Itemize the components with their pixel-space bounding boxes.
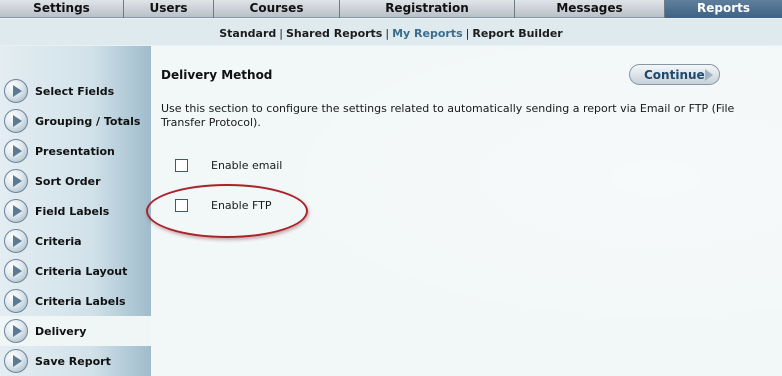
tab-users[interactable]: Users xyxy=(124,0,214,18)
sublink-shared-reports[interactable]: Shared Reports xyxy=(283,27,385,40)
sidebar-item-delivery[interactable]: Delivery xyxy=(0,316,151,346)
arrow-circle-icon xyxy=(4,109,28,133)
page-title: Delivery Method xyxy=(161,68,273,82)
arrow-circle-icon xyxy=(4,319,28,343)
enable-email-label: Enable email xyxy=(211,159,283,172)
sidebar-item-sort-order[interactable]: Sort Order xyxy=(0,166,151,196)
sidebar-item-label: Save Report xyxy=(35,355,111,368)
arrow-circle-icon xyxy=(4,349,28,373)
sidebar-item-grouping-totals[interactable]: Grouping / Totals xyxy=(0,106,151,136)
sidebar-item-label: Presentation xyxy=(35,145,115,158)
sidebar-item-label: Criteria Labels xyxy=(35,295,126,308)
arrow-circle-icon xyxy=(4,169,28,193)
sidebar-item-presentation[interactable]: Presentation xyxy=(0,136,151,166)
sidebar-item-label: Criteria Layout xyxy=(35,265,128,278)
sidebar-item-field-labels[interactable]: Field Labels xyxy=(0,196,151,226)
sublink-standard[interactable]: Standard xyxy=(216,27,279,40)
arrow-circle-icon xyxy=(4,259,28,283)
sidebar-item-criteria-labels[interactable]: Criteria Labels xyxy=(0,286,151,316)
report-steps-sidebar: Select Fields Grouping / Totals Presenta… xyxy=(0,46,151,376)
tab-courses[interactable]: Courses xyxy=(214,0,340,18)
sidebar-item-label: Sort Order xyxy=(35,175,101,188)
enable-ftp-option[interactable]: Enable FTP xyxy=(175,199,335,213)
enable-email-option[interactable]: Enable email xyxy=(175,159,335,173)
top-nav: Settings Users Courses Registration Mess… xyxy=(0,0,782,18)
arrow-circle-icon xyxy=(4,79,28,103)
section-description: Use this section to configure the settin… xyxy=(161,102,735,129)
sublink-my-reports[interactable]: My Reports xyxy=(389,27,466,40)
sidebar-item-label: Criteria xyxy=(35,235,82,248)
sidebar-item-save-report[interactable]: Save Report xyxy=(0,346,151,376)
arrow-circle-icon xyxy=(4,139,28,163)
sub-nav: Standard | Shared Reports | My Reports | Repor… xyxy=(0,19,782,45)
arrow-right-icon xyxy=(705,69,713,81)
sidebar-item-select-fields[interactable]: Select Fields xyxy=(0,76,151,106)
tab-reports[interactable]: Reports xyxy=(665,0,782,18)
delivery-method-panel: Delivery Method Continue Use this sectio… xyxy=(146,46,782,376)
arrow-circle-icon xyxy=(4,199,28,223)
arrow-circle-icon xyxy=(4,229,28,253)
sidebar-item-label: Select Fields xyxy=(35,85,115,98)
sidebar-item-label: Field Labels xyxy=(35,205,110,218)
tab-messages[interactable]: Messages xyxy=(515,0,665,18)
tab-settings[interactable]: Settings xyxy=(0,0,124,18)
sidebar-item-criteria[interactable]: Criteria xyxy=(0,226,151,256)
arrow-circle-icon xyxy=(4,289,28,313)
enable-ftp-checkbox[interactable] xyxy=(175,199,188,212)
enable-ftp-label: Enable FTP xyxy=(211,199,272,212)
sidebar-item-label: Grouping / Totals xyxy=(35,115,141,128)
enable-email-checkbox[interactable] xyxy=(175,159,188,172)
continue-button[interactable]: Continue xyxy=(629,64,720,85)
sidebar-item-label: Delivery xyxy=(35,325,87,338)
tab-registration[interactable]: Registration xyxy=(340,0,515,18)
sublink-report-builder[interactable]: Report Builder xyxy=(469,27,565,40)
sidebar-item-criteria-layout[interactable]: Criteria Layout xyxy=(0,256,151,286)
continue-button-label: Continue xyxy=(644,68,705,82)
